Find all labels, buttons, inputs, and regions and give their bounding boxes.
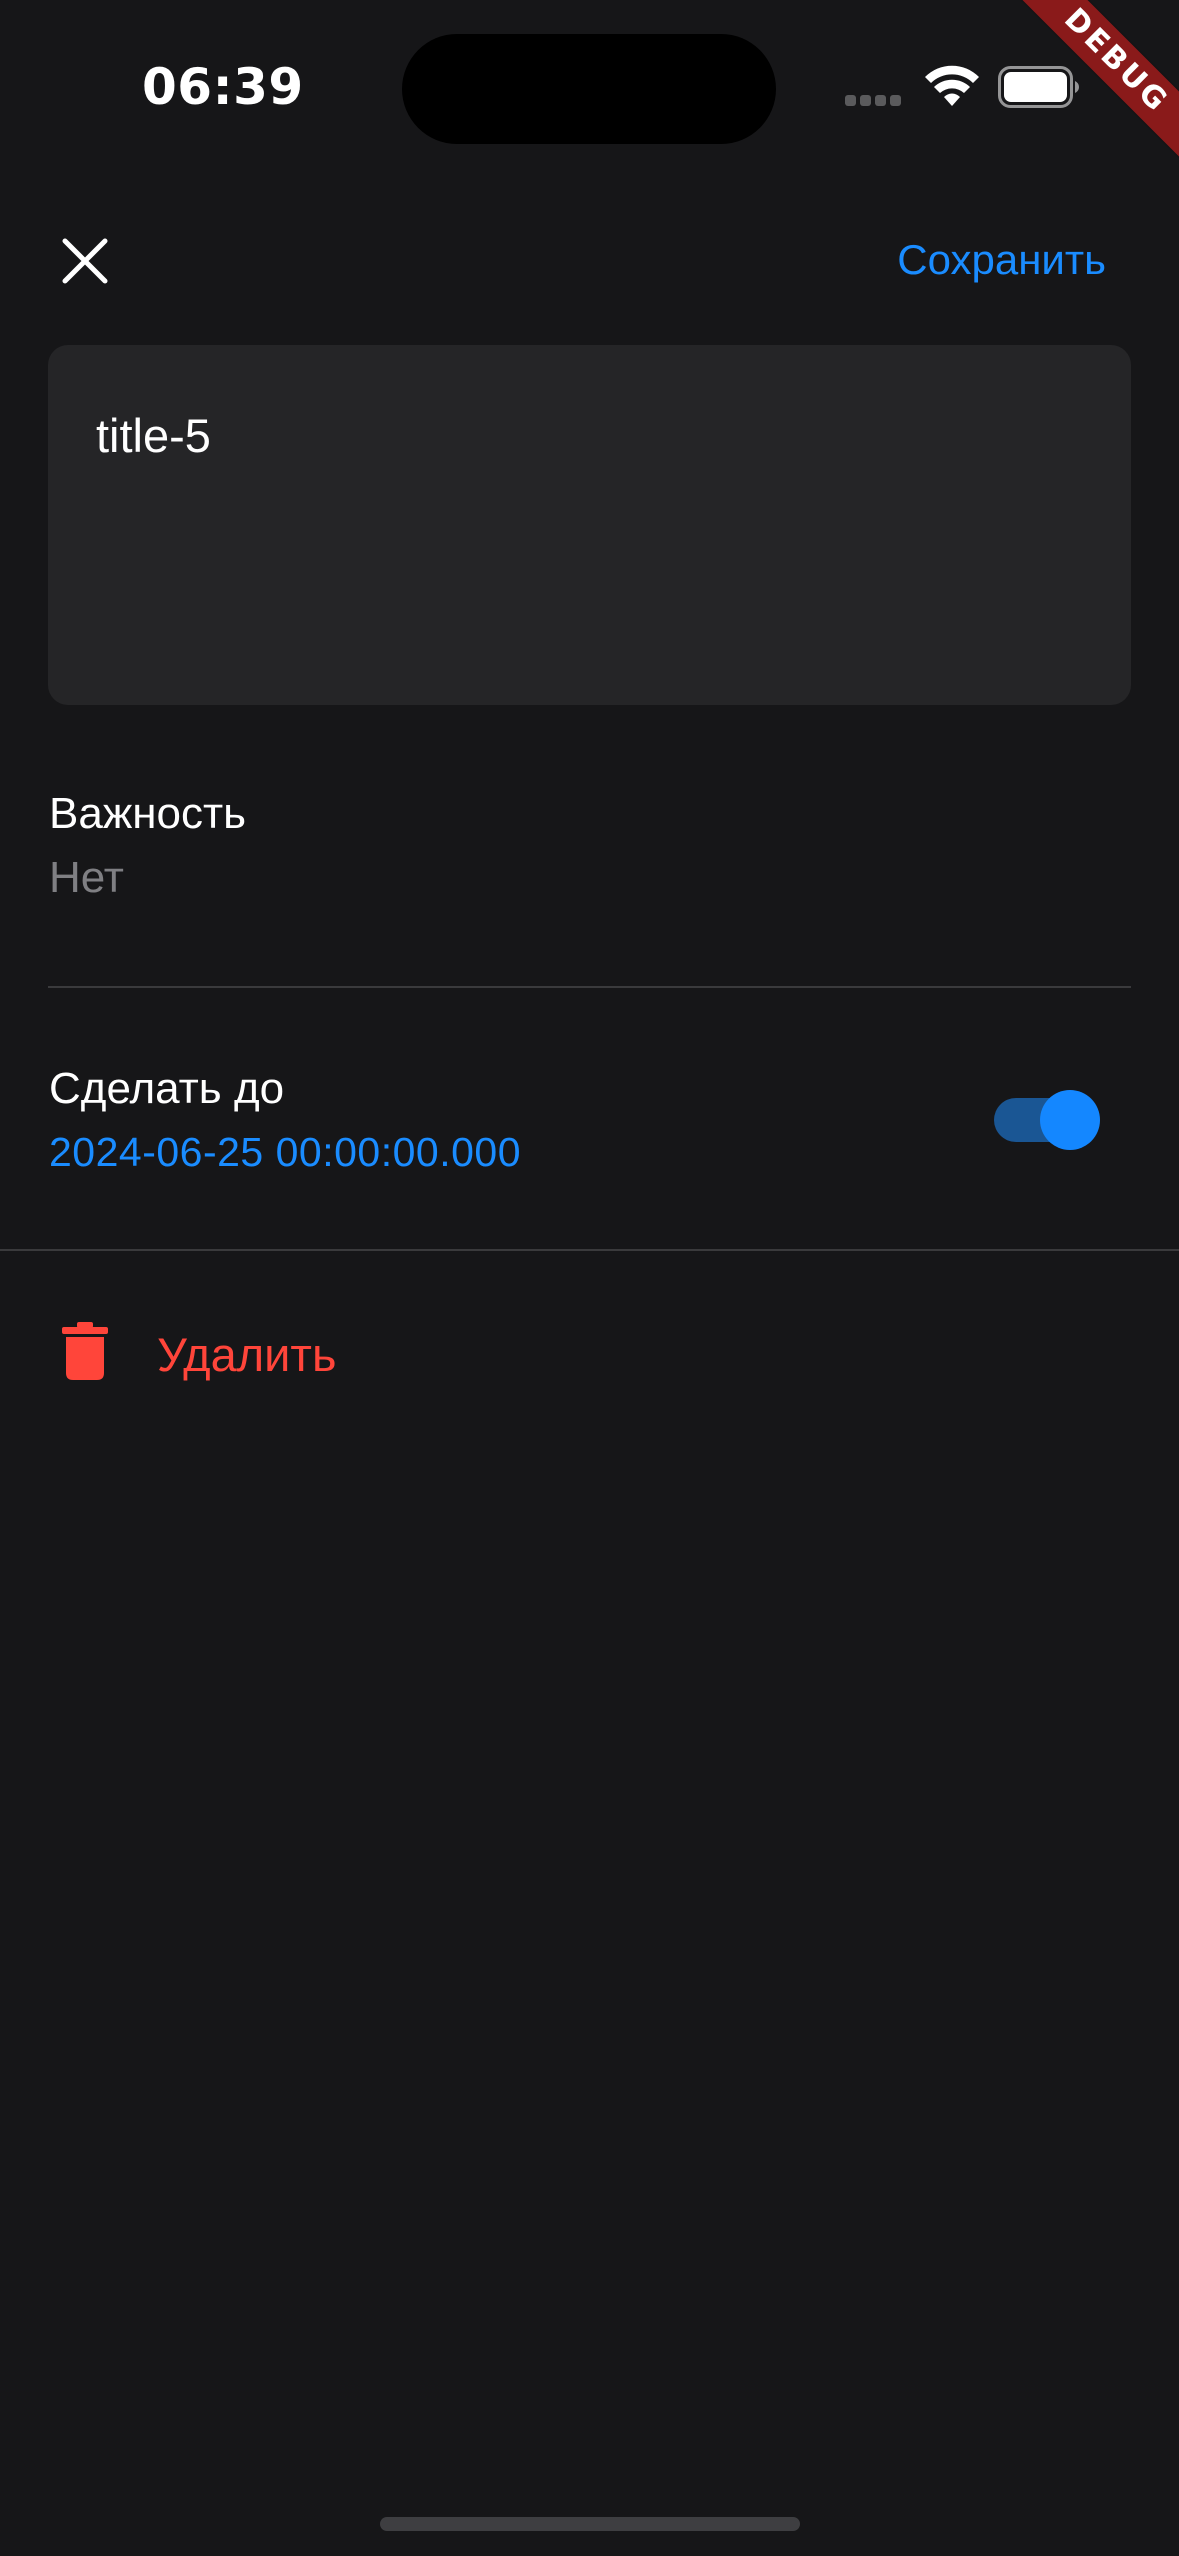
save-button[interactable]: Сохранить	[897, 232, 1106, 288]
battery-icon	[998, 66, 1079, 108]
toggle-thumb	[1040, 1090, 1100, 1150]
divider	[48, 986, 1131, 988]
close-icon	[62, 238, 108, 284]
wifi-icon	[925, 65, 979, 106]
status-time: 06:39	[142, 58, 304, 116]
trash-icon	[62, 1322, 108, 1380]
cellular-signal-icon	[845, 95, 905, 107]
edit-task-screen: 06:39 DEBUG Сохранить title-5 Важность Н…	[0, 0, 1179, 2556]
importance-label[interactable]: Важность	[49, 784, 246, 844]
deadline-toggle[interactable]	[992, 1090, 1102, 1150]
delete-label: Удалить	[157, 1328, 337, 1381]
dynamic-island	[402, 34, 776, 144]
delete-button[interactable]: Удалить	[40, 1300, 380, 1410]
task-text[interactable]: title-5	[96, 406, 211, 466]
deadline-label: Сделать до	[49, 1064, 285, 1113]
divider	[0, 1249, 1179, 1251]
home-indicator[interactable]	[380, 2517, 800, 2531]
close-button[interactable]	[50, 226, 120, 296]
deadline-date[interactable]: 2024-06-25 00:00:00.000	[49, 1122, 521, 1182]
importance-value[interactable]: Нет	[49, 848, 124, 908]
task-text-field[interactable]	[48, 345, 1131, 705]
